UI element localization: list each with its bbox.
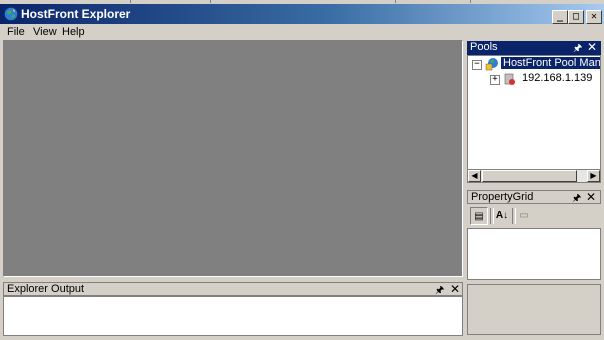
minimize-button[interactable]: _ [552, 10, 568, 24]
menu-view[interactable]: View [33, 26, 57, 38]
close-icon[interactable]: ✕ [586, 190, 596, 204]
property-pages-icon[interactable]: ▭ [515, 207, 533, 225]
output-text-area[interactable] [3, 296, 463, 336]
propertygrid-panel-title: PropertyGrid [471, 191, 534, 203]
pools-tree[interactable]: − HostFront Pool Manag + 192.168.1.139 [467, 55, 601, 183]
pools-horizontal-scrollbar[interactable]: ◀ ▶ [467, 169, 601, 183]
scroll-right-button[interactable]: ▶ [587, 170, 600, 182]
pool-manager-icon [485, 58, 498, 71]
propertygrid-grid[interactable] [467, 228, 601, 280]
pools-panel-title: Pools [470, 41, 498, 53]
output-panel-header[interactable]: Explorer Output 🖈 ✕ [3, 282, 463, 296]
categorized-icon[interactable]: ▤ [470, 207, 488, 225]
app-globe-icon [4, 7, 18, 21]
tree-node-root-label[interactable]: HostFront Pool Manag [501, 57, 600, 69]
tree-node-host-label[interactable]: 192.168.1.139 [520, 72, 594, 84]
close-icon[interactable]: ✕ [587, 40, 597, 54]
menu-bar: File View Help [0, 24, 604, 40]
scroll-left-button[interactable]: ◀ [468, 170, 481, 182]
output-panel-title: Explorer Output [7, 283, 85, 295]
host-icon [504, 73, 515, 85]
menu-file[interactable]: File [7, 26, 25, 38]
title-bar[interactable]: HostFront Explorer _ □ ✕ [0, 4, 604, 24]
main-window: HostFront Explorer _ □ ✕ File View Help … [0, 0, 604, 340]
propertygrid-toolbar: ▤ A↓ ▭ [467, 205, 601, 227]
scroll-thumb[interactable] [482, 170, 577, 182]
close-button[interactable]: ✕ [586, 10, 602, 24]
alphabetical-sort-icon[interactable]: A↓ [493, 207, 511, 225]
expand-icon[interactable]: + [490, 75, 500, 85]
propertygrid-description [467, 284, 601, 335]
close-icon[interactable]: ✕ [450, 282, 460, 296]
window-title: HostFront Explorer [21, 7, 131, 21]
menu-help[interactable]: Help [62, 26, 85, 38]
mdi-workspace[interactable] [3, 40, 463, 277]
maximize-button[interactable]: □ [568, 10, 584, 24]
propertygrid-panel-header[interactable]: PropertyGrid 🖈 ✕ [467, 190, 601, 204]
pools-panel-header[interactable]: Pools 🖈 ✕ [467, 40, 601, 55]
collapse-icon[interactable]: − [472, 60, 482, 70]
